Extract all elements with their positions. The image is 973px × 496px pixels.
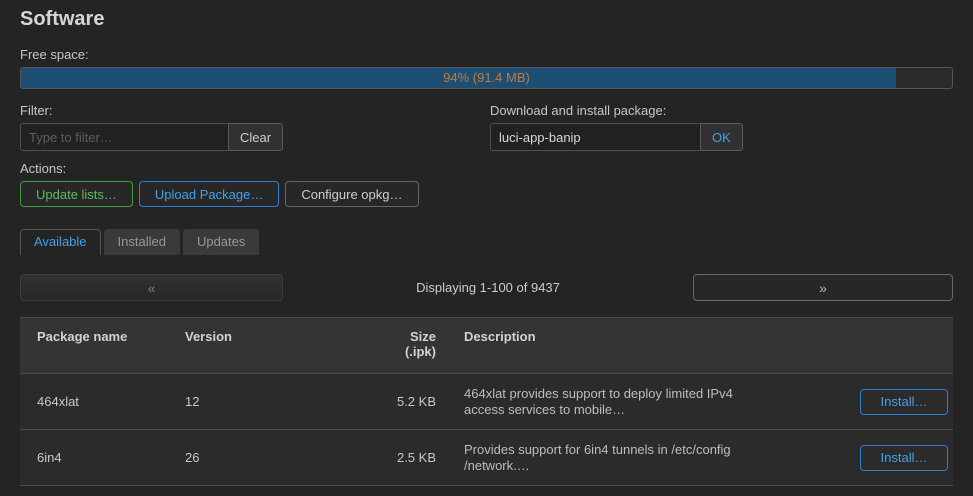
- package-description: Provides support for 6in4 tunnels in /et…: [464, 442, 731, 473]
- header-package-name: Package name: [37, 329, 128, 344]
- page-title: Software: [20, 8, 105, 30]
- package-tabs: Available Installed Updates: [20, 229, 953, 255]
- package-name: 464xlat: [37, 394, 79, 409]
- install-button[interactable]: Install…: [860, 444, 948, 471]
- table-row: 464xlat 12 5.2 KB 464xlat provides suppo…: [20, 374, 953, 430]
- package-table: Package name Version Size (.ipk) Descrip…: [20, 317, 953, 486]
- configure-opkg-button[interactable]: Configure opkg…: [285, 181, 419, 207]
- package-size: 5.2 KB: [396, 394, 436, 409]
- header-description: Description: [464, 329, 536, 344]
- package-version: 12: [185, 394, 200, 409]
- previous-page-button[interactable]: «: [20, 274, 283, 301]
- tab-available[interactable]: Available: [20, 229, 101, 255]
- free-space-value: 94% (91.4 MB): [443, 70, 530, 85]
- pagination-status: Displaying 1-100 of 9437: [416, 280, 560, 295]
- table-header-row: Package name Version Size (.ipk) Descrip…: [20, 318, 953, 374]
- upload-package-button[interactable]: Upload Package…: [138, 181, 280, 207]
- update-lists-button[interactable]: Update lists…: [20, 181, 133, 207]
- clear-button[interactable]: Clear: [228, 123, 284, 151]
- package-size: 2.5 KB: [396, 450, 436, 465]
- table-row: 6in4 26 2.5 KB Provides support for 6in4…: [20, 430, 953, 486]
- actions-label: Actions:: [20, 161, 67, 176]
- free-space-label: Free space:: [20, 47, 89, 62]
- ok-button[interactable]: OK: [700, 123, 743, 151]
- next-page-button[interactable]: »: [693, 274, 953, 301]
- download-package-input[interactable]: [490, 123, 701, 151]
- filter-input[interactable]: [20, 123, 229, 151]
- package-version: 26: [185, 450, 200, 465]
- tab-updates[interactable]: Updates: [182, 229, 260, 255]
- header-version: Version: [185, 329, 232, 344]
- package-description: 464xlat provides support to deploy limit…: [464, 386, 733, 417]
- package-name: 6in4: [37, 450, 62, 465]
- filter-label: Filter:: [20, 103, 53, 118]
- header-size: Size (.ipk): [404, 329, 436, 359]
- install-button[interactable]: Install…: [860, 388, 948, 415]
- pagination: « Displaying 1-100 of 9437 »: [20, 274, 953, 301]
- free-space-progressbar: 94% (91.4 MB): [20, 67, 953, 89]
- tab-installed[interactable]: Installed: [103, 229, 180, 255]
- download-label: Download and install package:: [490, 103, 667, 118]
